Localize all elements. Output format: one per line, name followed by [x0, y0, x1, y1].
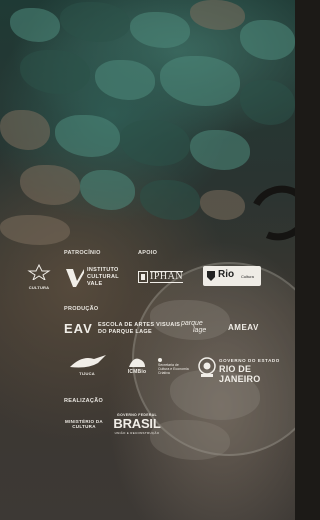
- leaf-decoration: [20, 50, 90, 94]
- iphan-logo: IPHAN: [138, 270, 184, 284]
- iphan-emblem-icon: [138, 271, 148, 283]
- rj-coat-of-arms-icon: [198, 357, 216, 377]
- sec-cultura-rj-logo: Secretaria de Cultura e Economia Criativ…: [158, 358, 198, 378]
- leaf-decoration: [190, 130, 250, 170]
- tijuca-logo: TIJUCA: [64, 353, 110, 379]
- scissors-decoration: [242, 177, 295, 249]
- leaf-decoration: [95, 60, 155, 100]
- instituto-cultural-vale-logo: INSTITUTO CULTURAL VALE: [66, 265, 126, 289]
- section-producao-label: PRODUÇÃO: [64, 306, 99, 312]
- parque-lage-logo: parque lage: [181, 320, 221, 340]
- brasil-main-text: BRASIL: [113, 416, 161, 431]
- leaf-decoration: [160, 56, 240, 106]
- tijuca-text: TIJUCA: [79, 371, 95, 376]
- vale-v-icon: [66, 269, 84, 287]
- icmbio-text: ICMBio: [127, 369, 147, 375]
- vale-line1: INSTITUTO: [87, 267, 119, 273]
- parque-lage-line1: parque: [181, 320, 203, 327]
- leaf-decoration: [10, 8, 60, 42]
- rio-crest-icon: [207, 271, 215, 281]
- cultura-logo-text: CULTURA: [28, 285, 50, 290]
- leaf-decoration: [240, 80, 295, 125]
- tijuca-bird-icon: [70, 355, 106, 368]
- cultura-logo: CULTURA: [24, 263, 54, 290]
- leaf-decoration: [190, 0, 245, 30]
- leaf-decoration: [240, 20, 295, 60]
- eav-line2: DO PARQUE LAGE: [98, 329, 152, 335]
- governo-federal-brasil-logo: GOVERNO FEDERAL BRASIL UNIÃO E RECONSTRU…: [107, 413, 167, 439]
- eav-logo: EAV ESCOLA DE ARTES VISUAIS DO PARQUE LA…: [64, 321, 184, 341]
- leaf-decoration: [20, 165, 80, 205]
- leaf-decoration: [120, 120, 190, 166]
- eav-mark: EAV: [64, 321, 93, 336]
- leaf-decoration: [55, 115, 120, 157]
- leaf-decoration: [200, 190, 245, 220]
- leaf-decoration: [80, 170, 135, 210]
- parque-lage-line2: lage: [193, 327, 207, 334]
- vale-line2: CULTURAL: [87, 274, 119, 280]
- ministerio-line2: CULTURA: [72, 424, 96, 429]
- leaf-decoration: [130, 12, 190, 48]
- rio-cultura-subtext: Cultura: [241, 274, 254, 279]
- leaf-decoration: [0, 215, 70, 245]
- sec-cultura-dot-icon: [158, 358, 162, 362]
- leaf-decoration: [140, 180, 200, 220]
- sec-cultura-line3: Criativa: [158, 371, 170, 375]
- governo-rj-line1: GOVERNO DO ESTADO: [219, 358, 280, 363]
- iphan-text: IPHAN: [150, 271, 184, 283]
- icmbio-logo: ICMBio: [124, 355, 150, 379]
- vale-line3: VALE: [87, 281, 103, 287]
- section-apoio-label: APOIO: [138, 250, 158, 256]
- icmbio-animal-icon: [129, 358, 145, 367]
- section-patrocinio-label: PATROCÍNIO: [64, 250, 101, 256]
- brasil-sub-text: UNIÃO E RECONSTRUÇÃO: [114, 431, 160, 435]
- section-realizacao-label: REALIZAÇÃO: [64, 398, 104, 404]
- governo-rj-logo: GOVERNO DO ESTADO RIO DE JANEIRO: [198, 356, 284, 384]
- eav-line1: ESCOLA DE ARTES VISUAIS: [98, 322, 181, 328]
- leaf-decoration: [0, 110, 50, 150]
- rio-cultura-logo: Rio Cultura: [203, 266, 261, 286]
- rio-text: Rio: [218, 269, 235, 280]
- ministerio-cultura-logo: MINISTÉRIO DA CULTURA: [64, 419, 104, 433]
- governo-rj-line2: RIO DE JANEIRO: [219, 364, 261, 384]
- cultura-star-icon: [27, 263, 51, 282]
- leaf-decoration: [60, 2, 130, 42]
- ameav-logo: AMEAV: [228, 323, 259, 332]
- promo-screen: PATROCÍNIO APOIO CULTURA INSTITUTO CULTU…: [0, 0, 295, 520]
